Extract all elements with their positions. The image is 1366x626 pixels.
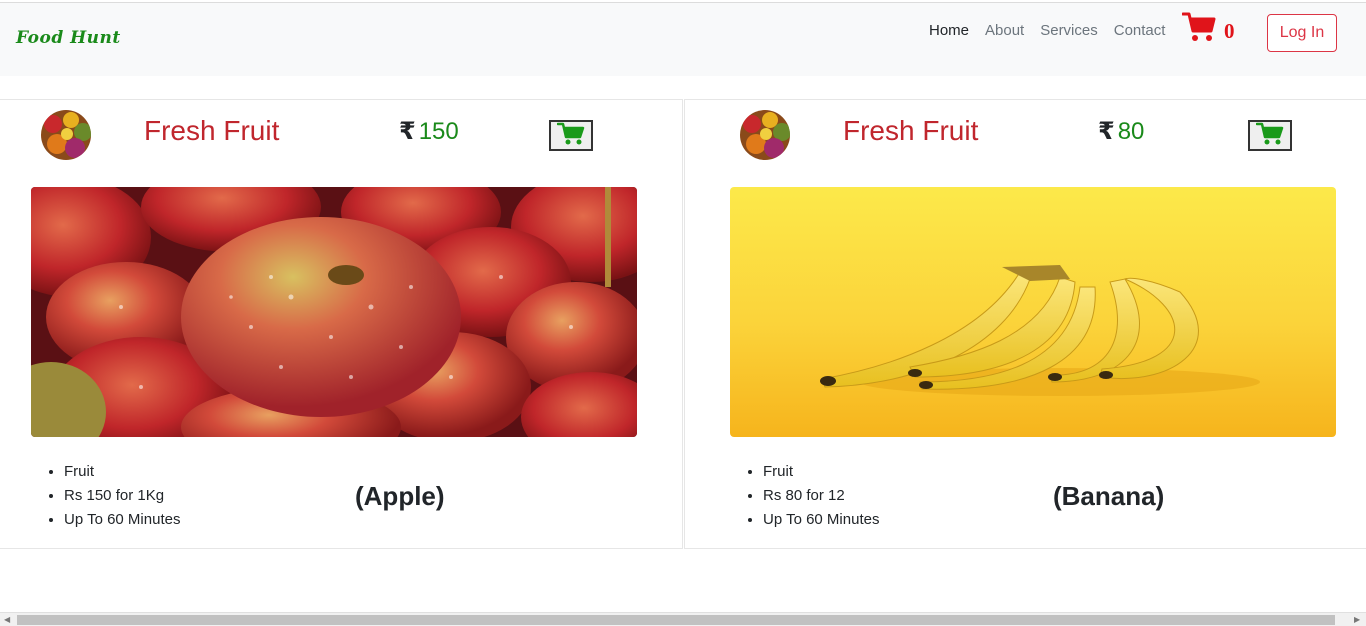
product-price: ₹150 xyxy=(399,117,459,146)
nav-link-services[interactable]: Services xyxy=(1040,22,1098,39)
product-card-banana: Fresh Fruit ₹80 • Fruit • Rs 80 for 12 •… xyxy=(684,99,1366,549)
add-to-cart-button[interactable] xyxy=(549,120,593,151)
product-variety: (Apple) xyxy=(355,481,445,511)
banana-image xyxy=(730,187,1336,437)
list-item: Fruit xyxy=(64,460,180,484)
scrollbar-thumb[interactable] xyxy=(17,615,1335,625)
nav-link-about[interactable]: About xyxy=(985,22,1024,39)
cart-count-badge: 0 xyxy=(1224,19,1235,43)
horizontal-scrollbar[interactable]: ◀ ▶ xyxy=(0,612,1366,626)
cart-icon xyxy=(1255,122,1284,149)
list-item: Fruit xyxy=(763,460,879,484)
scroll-right-icon[interactable]: ▶ xyxy=(1354,615,1360,624)
add-to-cart-button[interactable] xyxy=(1248,120,1292,151)
price-value: 80 xyxy=(1117,118,1145,145)
list-item: Rs 150 for 1Kg xyxy=(64,484,180,508)
list-item: Up To 60 Minutes xyxy=(64,508,180,532)
scroll-left-icon[interactable]: ◀ xyxy=(4,615,10,624)
apple-image xyxy=(31,187,637,437)
list-item: Up To 60 Minutes xyxy=(763,508,879,532)
fruit-thumbnail xyxy=(740,110,790,160)
cart-icon xyxy=(556,122,585,149)
rupee-icon: ₹ xyxy=(399,118,416,145)
nav-link-contact[interactable]: Contact xyxy=(1114,22,1166,39)
fruit-thumbnail xyxy=(41,110,91,160)
product-variety: (Banana) xyxy=(1053,481,1165,511)
cart-icon[interactable] xyxy=(1181,11,1216,43)
brand-logo[interactable]: Food Hunt xyxy=(16,28,121,48)
navbar: Food Hunt Home About Services Contact 0 … xyxy=(0,3,1366,76)
list-item: Rs 80 for 12 xyxy=(763,484,879,508)
product-details-list: Fruit Rs 150 for 1Kg Up To 60 Minutes xyxy=(40,460,180,532)
product-title: Fresh Fruit xyxy=(843,115,979,146)
rupee-icon: ₹ xyxy=(1098,118,1115,145)
price-value: 150 xyxy=(418,118,459,145)
product-details-list: Fruit Rs 80 for 12 Up To 60 Minutes xyxy=(739,460,879,532)
product-card-apple: Fresh Fruit ₹150 • Fruit • Rs 150 for 1K… xyxy=(0,99,683,549)
product-title: Fresh Fruit xyxy=(144,115,280,146)
login-button[interactable]: Log In xyxy=(1267,14,1337,52)
product-price: ₹80 xyxy=(1098,117,1144,146)
nav-link-home[interactable]: Home xyxy=(929,22,969,39)
nav-links: Home About Services Contact xyxy=(929,22,1181,39)
